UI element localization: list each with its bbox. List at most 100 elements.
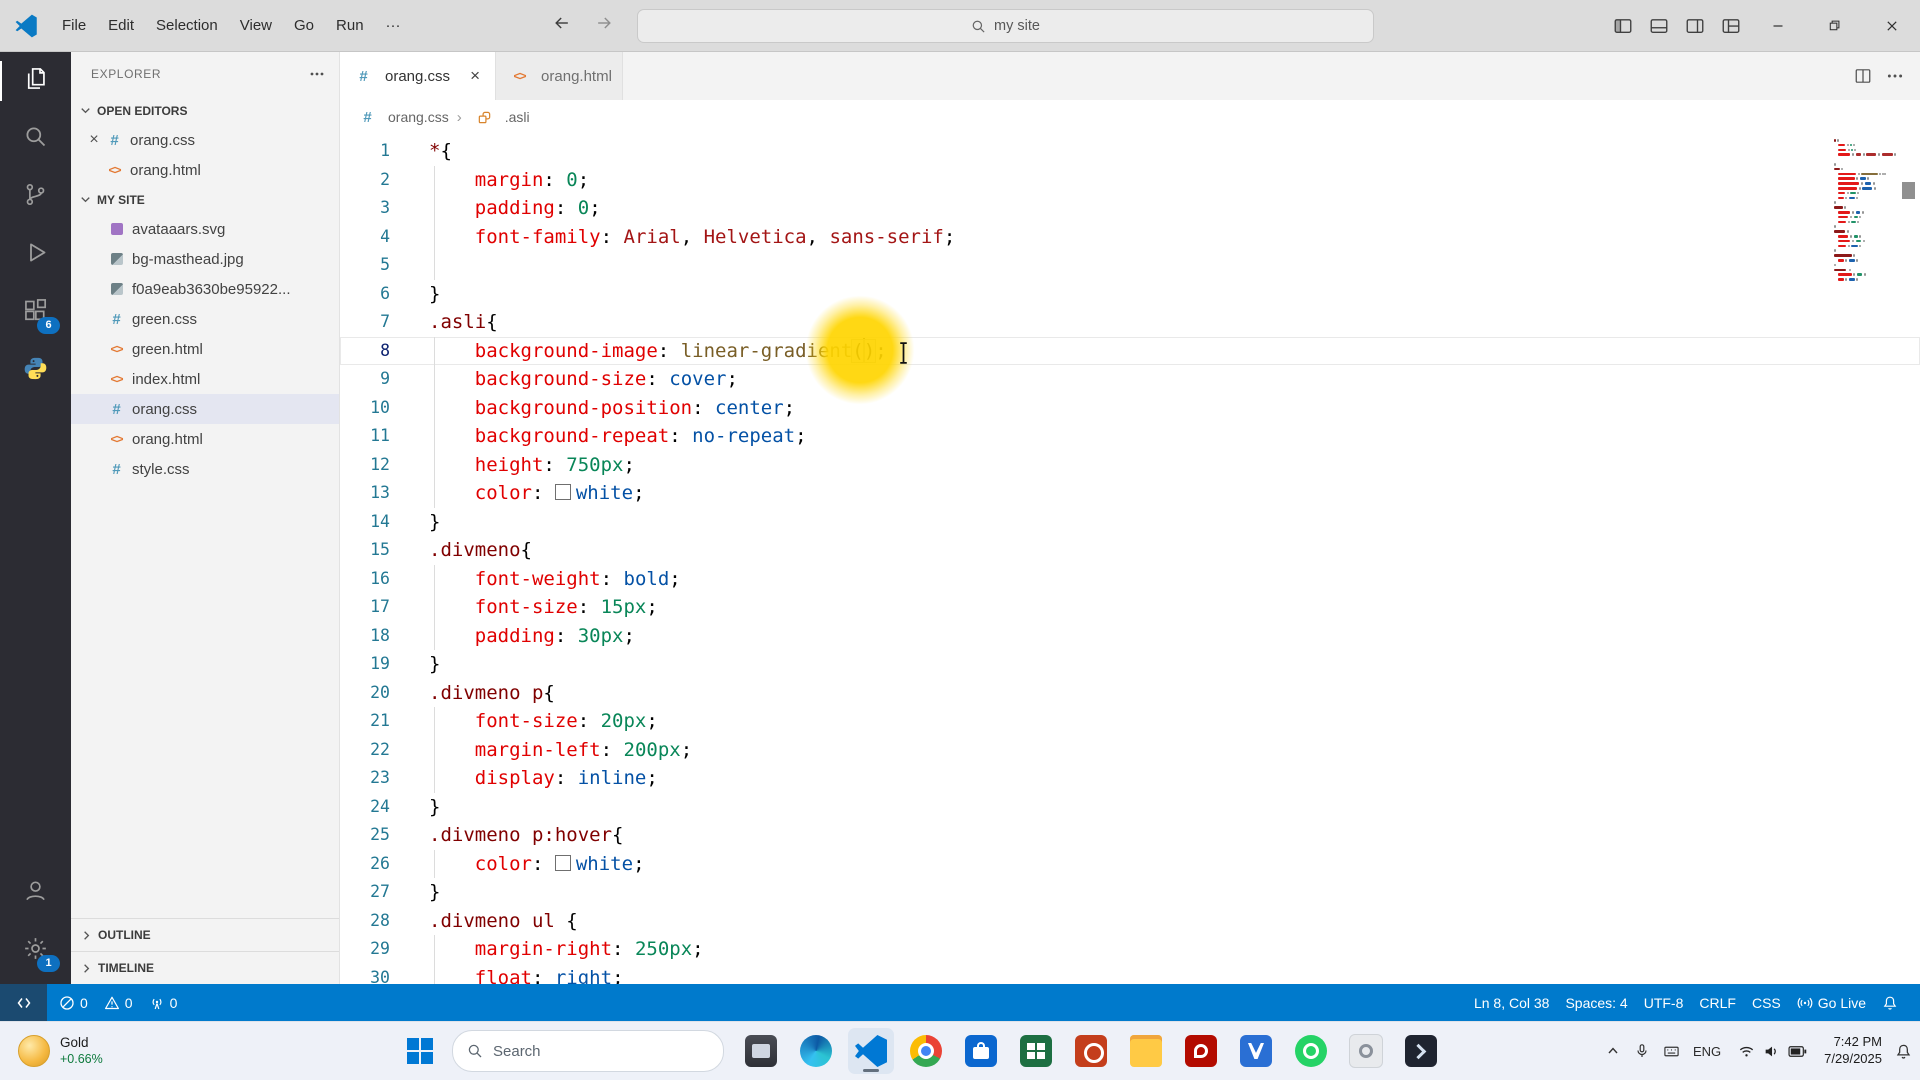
activity-bar-item[interactable] xyxy=(0,342,71,400)
activity-bar-item[interactable] xyxy=(0,226,71,284)
clock[interactable]: 7:42 PM 7/29/2025 xyxy=(1824,1034,1882,1068)
code-line[interactable]: 15 .divmeno{ xyxy=(340,536,1920,565)
quick-settings[interactable] xyxy=(1734,1039,1811,1064)
section-timeline[interactable]: TIMELINE xyxy=(71,951,339,984)
activity-bar-item[interactable] xyxy=(0,864,71,922)
code-line[interactable]: 17 font-size: 15px; xyxy=(340,593,1920,622)
status-bar-item[interactable]: UTF-8 xyxy=(1636,984,1692,1021)
code-line[interactable]: 23 display: inline; xyxy=(340,764,1920,793)
menu-item[interactable]: Edit xyxy=(97,10,145,42)
customize-layout-icon[interactable] xyxy=(1713,9,1749,43)
toggle-panel-icon[interactable] xyxy=(1641,9,1677,43)
code-line[interactable]: 21 font-size: 20px; xyxy=(340,707,1920,736)
code-line[interactable]: 28 .divmeno ul { xyxy=(340,907,1920,936)
code-line[interactable]: 2 margin: 0; xyxy=(340,165,1920,195)
code-line[interactable]: 14} xyxy=(340,508,1920,537)
section-folder[interactable]: MY SITE xyxy=(71,185,339,214)
code-line[interactable]: 24} xyxy=(340,793,1920,822)
code-line[interactable]: 13 color: white; xyxy=(340,479,1920,508)
code-line[interactable]: 27} xyxy=(340,878,1920,907)
activity-bar-item[interactable]: 6 xyxy=(0,284,71,342)
code-line[interactable]: 3 padding: 0; xyxy=(340,194,1920,223)
code-line[interactable]: 22 margin-left: 200px; xyxy=(340,735,1920,765)
microphone-icon[interactable] xyxy=(1634,1043,1650,1059)
status-bar-item[interactable]: 0 xyxy=(141,984,186,1021)
code-line[interactable]: 5 xyxy=(340,251,1920,280)
status-bar-item[interactable]: Spaces: 4 xyxy=(1557,984,1635,1021)
status-bar-item[interactable]: CSS xyxy=(1744,984,1789,1021)
activity-bar-item[interactable]: 1 xyxy=(0,922,71,980)
menu-item[interactable]: Selection xyxy=(145,10,229,42)
close-button[interactable] xyxy=(1863,0,1920,51)
forward-icon[interactable] xyxy=(594,13,614,38)
language-indicator[interactable]: ENG xyxy=(1693,1044,1721,1059)
code-line[interactable]: 18 padding: 30px; xyxy=(340,621,1920,651)
split-editor-icon[interactable] xyxy=(1854,67,1872,85)
code-line[interactable]: 6} xyxy=(340,280,1920,309)
breadcrumb-item[interactable]: .asli xyxy=(449,108,530,127)
code-line[interactable]: 9 background-size: cover; xyxy=(340,365,1920,394)
file-tree-item[interactable]: orang.css xyxy=(71,394,339,424)
file-tree-item[interactable]: style.css xyxy=(71,454,339,484)
code-line[interactable]: 11 background-repeat: no-repeat; xyxy=(340,422,1920,451)
code-line[interactable]: 20 .divmeno p{ xyxy=(340,679,1920,708)
start-button[interactable] xyxy=(398,1029,442,1073)
status-bar-item[interactable]: 0 xyxy=(51,984,96,1021)
menu-item[interactable]: Go xyxy=(283,10,325,42)
tray-chevron-up-icon[interactable] xyxy=(1605,1043,1621,1059)
code-line[interactable]: 4 font-family: Arial, Helvetica, sans-se… xyxy=(340,222,1920,252)
menu-item[interactable]: View xyxy=(229,10,283,42)
minimize-button[interactable] xyxy=(1749,0,1806,51)
file-tree-item[interactable]: bg-masthead.jpg xyxy=(71,244,339,274)
open-editor-item[interactable]: orang.html xyxy=(71,155,339,185)
taskbar-app-button[interactable] xyxy=(1068,1028,1114,1074)
menu-item[interactable]: Run xyxy=(325,10,375,42)
taskbar-app-button[interactable] xyxy=(958,1028,1004,1074)
taskbar-app-button[interactable] xyxy=(1233,1028,1279,1074)
taskbar-app-button[interactable] xyxy=(1178,1028,1224,1074)
open-editor-item[interactable]: × orang.css xyxy=(71,125,339,155)
back-icon[interactable] xyxy=(552,13,572,38)
code-line[interactable]: 10 background-position: center; xyxy=(340,393,1920,423)
menu-overflow-button[interactable]: ··· xyxy=(375,10,412,42)
close-tab-icon[interactable]: × xyxy=(465,66,485,86)
touch-keyboard-icon[interactable] xyxy=(1663,1043,1680,1060)
menu-item[interactable]: File xyxy=(51,10,97,42)
file-tree-item[interactable]: f0a9eab3630be95922... xyxy=(71,274,339,304)
taskbar-app-button[interactable] xyxy=(1288,1028,1334,1074)
status-bar-item[interactable] xyxy=(1874,984,1906,1021)
status-bar-item[interactable]: Ln 8, Col 38 xyxy=(1466,984,1558,1021)
code-line[interactable]: 16 font-weight: bold; xyxy=(340,564,1920,594)
file-tree-item[interactable]: avataaars.svg xyxy=(71,214,339,244)
code-line[interactable]: 25 .divmeno p:hover{ xyxy=(340,821,1920,850)
notification-bell-icon[interactable] xyxy=(1895,1043,1912,1060)
file-tree-item[interactable]: index.html xyxy=(71,364,339,394)
status-bar-item[interactable] xyxy=(0,984,47,1021)
toggle-primary-sidebar-icon[interactable] xyxy=(1605,9,1641,43)
taskbar-app-button[interactable] xyxy=(738,1028,784,1074)
breadcrumb-item[interactable]: orang.css xyxy=(358,108,449,127)
section-outline[interactable]: OUTLINE xyxy=(71,918,339,951)
file-tree-item[interactable]: orang.html xyxy=(71,424,339,454)
code-line[interactable]: 12 height: 750px; xyxy=(340,450,1920,480)
code-line[interactable]: 7 .asli{ xyxy=(340,308,1920,337)
explorer-more-actions-icon[interactable] xyxy=(309,66,325,82)
restore-button[interactable] xyxy=(1806,0,1863,51)
code-line[interactable]: 8 background-image: linear-gradient(); xyxy=(340,336,1920,365)
code-line[interactable]: 26 color: white; xyxy=(340,849,1920,879)
taskbar-app-button[interactable] xyxy=(848,1028,894,1074)
code-line[interactable]: 30 float: right; xyxy=(340,963,1920,984)
taskbar-app-button[interactable] xyxy=(1013,1028,1059,1074)
status-bar-item[interactable]: CRLF xyxy=(1691,984,1744,1021)
command-center-search[interactable]: my site xyxy=(637,9,1374,43)
taskbar-search-input[interactable]: Search xyxy=(452,1030,724,1072)
activity-bar-item[interactable] xyxy=(0,168,71,226)
activity-bar-item[interactable] xyxy=(0,52,71,110)
taskbar-app-button[interactable] xyxy=(903,1028,949,1074)
editor-tab[interactable]: orang.html xyxy=(496,52,623,100)
taskbar-app-button[interactable] xyxy=(793,1028,839,1074)
file-tree-item[interactable]: green.html xyxy=(71,334,339,364)
more-actions-icon[interactable] xyxy=(1886,67,1904,85)
taskbar-app-button[interactable] xyxy=(1123,1028,1169,1074)
file-tree-item[interactable]: green.css xyxy=(71,304,339,334)
